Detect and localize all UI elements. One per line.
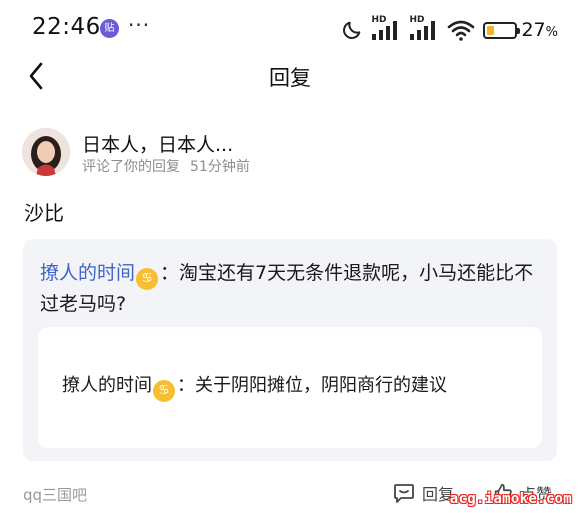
signal-bars-icon-2 — [410, 21, 436, 40]
battery-fill — [487, 25, 495, 35]
user-avatar-image — [22, 128, 70, 176]
signal-bars-icon — [372, 21, 398, 40]
status-bar: 22:46 贴 ··· HD HD 27% — [0, 0, 580, 58]
battery-percent: 27% — [521, 19, 558, 41]
quoted-reply[interactable]: 撩人的时间 ♋ ：淘宝还有7天无条件退款呢，小马还能比不过老马吗? 撩人的时间 ♋ ：关… — [23, 239, 557, 461]
quoted-reply-text: 撩人的时间 ♋ ：淘宝还有7天无条件退款呢，小马还能比不过老马吗? — [40, 259, 540, 319]
more-notifications-icon: ··· — [128, 13, 151, 37]
status-time: 22:46 — [32, 14, 101, 40]
battery-value: 27 — [521, 19, 546, 41]
battery-unit: % — [545, 25, 558, 40]
cancer-zodiac-icon: ♋ — [136, 268, 159, 290]
comment-icon — [394, 484, 414, 503]
original-author: 撩人的时间 — [62, 375, 152, 396]
comment-text: 沙比 — [24, 201, 64, 225]
signal-2: HD — [409, 15, 439, 42]
wifi-icon — [448, 20, 475, 41]
forum-name[interactable]: qq三国吧 — [23, 484, 87, 505]
signal-1: HD — [371, 15, 401, 42]
nav-bar: 回复 — [0, 58, 580, 98]
battery-cap — [517, 27, 521, 34]
site-watermark: acg.iamoke.com — [449, 491, 572, 507]
original-post-text: 撩人的时间 ♋ ：关于阴阳摊位，阴阳商行的建议 — [62, 371, 447, 402]
reply-button[interactable]: 回复 — [392, 481, 454, 505]
page-title: 回复 — [269, 66, 311, 90]
notification-meta: 评论了你的回复 51分钟前 — [82, 156, 250, 176]
original-post[interactable]: 撩人的时间 ♋ ：关于阴阳摊位，阴阳商行的建议 — [38, 327, 542, 448]
tieba-app-icon: 贴 — [100, 19, 119, 38]
quoted-author[interactable]: 撩人的时间 — [40, 262, 135, 284]
cancer-zodiac-icon: ♋ — [153, 380, 175, 402]
status-indicators: HD HD 27% — [341, 15, 558, 44]
battery-icon — [483, 21, 521, 39]
original-body: ：关于阴阳摊位，阴阳商行的建议 — [177, 375, 447, 396]
moon-icon — [343, 21, 361, 39]
battery-indicator: 27% — [483, 19, 558, 41]
action-text: 评论了你的回复 — [82, 159, 180, 175]
timestamp: 51分钟前 — [190, 159, 250, 175]
user-name[interactable]: 日本人，日本人... — [82, 130, 233, 157]
avatar[interactable] — [22, 128, 70, 176]
